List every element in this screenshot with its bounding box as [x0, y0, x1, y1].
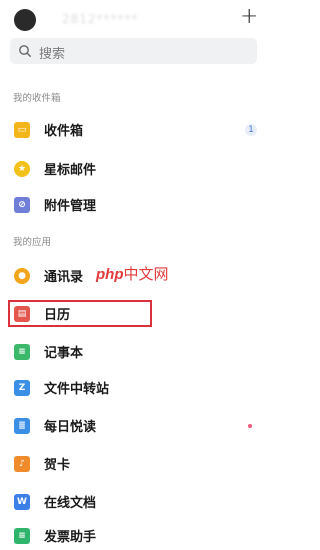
menu-item-file-transfer[interactable]: Z 文件中转站	[0, 372, 270, 402]
inbox-icon: ▭	[14, 122, 30, 138]
online-doc-icon: W	[14, 494, 30, 510]
menu-item-label: 发票助手	[44, 530, 97, 545]
search-icon	[19, 45, 32, 58]
add-button[interactable]: +	[240, 5, 258, 29]
notepad-icon: ≡	[14, 344, 30, 360]
daily-reading-icon: ≣	[14, 418, 30, 434]
menu-item-label: 贺卡	[44, 458, 71, 473]
menu-item-label: 收件箱	[44, 124, 84, 139]
menu-item-attachments[interactable]: ⊘ 附件管理	[0, 189, 270, 219]
contacts-icon: ●	[14, 268, 30, 284]
star-icon: ★	[14, 161, 30, 177]
account-name[interactable]: 2812******	[62, 12, 139, 26]
menu-item-label: 通讯录	[44, 270, 84, 285]
section-title-apps: 我的应用	[13, 237, 52, 248]
greeting-card-icon: ♪	[14, 456, 30, 472]
search-placeholder: 搜索	[39, 47, 66, 62]
menu-item-inbox[interactable]: ▭ 收件箱 1	[0, 114, 270, 144]
menu-item-online-doc[interactable]: W 在线文档	[0, 486, 270, 516]
menu-item-label: 在线文档	[44, 496, 97, 511]
attachment-icon: ⊘	[14, 197, 30, 213]
invoice-icon: ≡	[14, 528, 30, 544]
menu-item-label: 文件中转站	[44, 382, 110, 397]
file-transfer-icon: Z	[14, 380, 30, 396]
avatar[interactable]	[14, 9, 36, 31]
menu-item-daily-reading[interactable]: ≣ 每日悦读	[0, 410, 270, 440]
menu-item-starred[interactable]: ★ 星标邮件	[0, 153, 270, 183]
top-bar: 2812****** +	[0, 0, 270, 34]
unread-count-badge: 1	[245, 124, 257, 136]
site-watermark: php中文网	[96, 266, 169, 283]
calendar-highlight-box	[8, 300, 152, 327]
section-title-inbox: 我的收件箱	[13, 93, 61, 104]
menu-item-notepad[interactable]: ≡ 记事本	[0, 336, 270, 366]
new-content-dot	[248, 424, 252, 428]
menu-item-invoice[interactable]: ≡ 发票助手	[0, 520, 270, 550]
menu-item-label: 记事本	[44, 346, 84, 361]
search-bar[interactable]: 搜索	[10, 38, 257, 64]
menu-item-label: 每日悦读	[44, 420, 97, 435]
menu-item-label: 星标邮件	[44, 163, 97, 178]
menu-item-label: 附件管理	[44, 199, 97, 214]
menu-item-greeting-card[interactable]: ♪ 贺卡	[0, 448, 270, 478]
